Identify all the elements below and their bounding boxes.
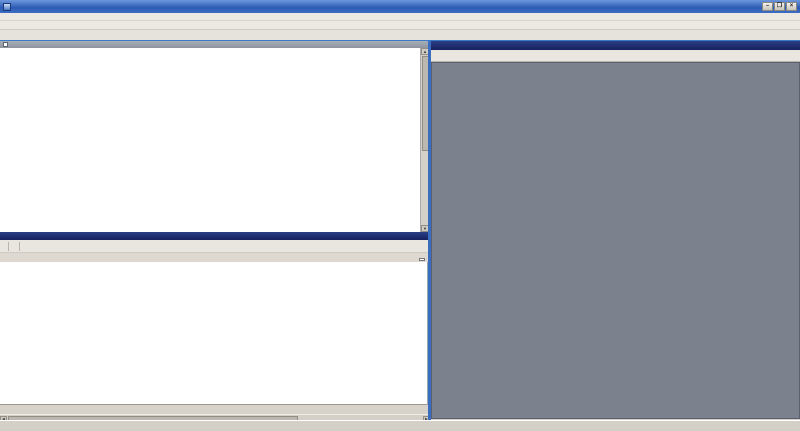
close-button[interactable]: × [786,2,797,11]
graph-plot-area[interactable] [0,262,428,404]
ecumaster-adu-client-window: – ❐ × ▲ ▼ ◀ ▶ [0,0,800,431]
track-map-canvas [431,62,800,419]
main-tabstrip [0,30,800,40]
graph-toolbar [0,240,428,253]
app-icon [3,3,11,11]
track-preview-panel [431,41,800,420]
track-toolbar [431,50,800,62]
log-file-tooltip [419,258,425,261]
minimize-button[interactable]: – [762,2,773,11]
section-times-table-container [0,48,428,232]
graph-tabstrip [0,253,428,262]
table-vertical-scrollbar[interactable]: ▲ ▼ [420,48,428,232]
track-preview-header [431,41,800,50]
toolbar-separator [8,242,9,251]
menu-bar [0,13,800,21]
section-times-header [0,41,428,48]
window-titlebar: – ❐ × [0,0,800,13]
main-toolbar [0,21,800,30]
graph-time-axis [0,404,428,414]
section-times-icon [3,42,8,47]
restore-button[interactable]: ❐ [774,2,785,11]
graph-log-header [0,232,428,240]
track-preview-icon [434,41,443,50]
status-bar [0,420,800,431]
toolbar-separator [19,242,20,251]
